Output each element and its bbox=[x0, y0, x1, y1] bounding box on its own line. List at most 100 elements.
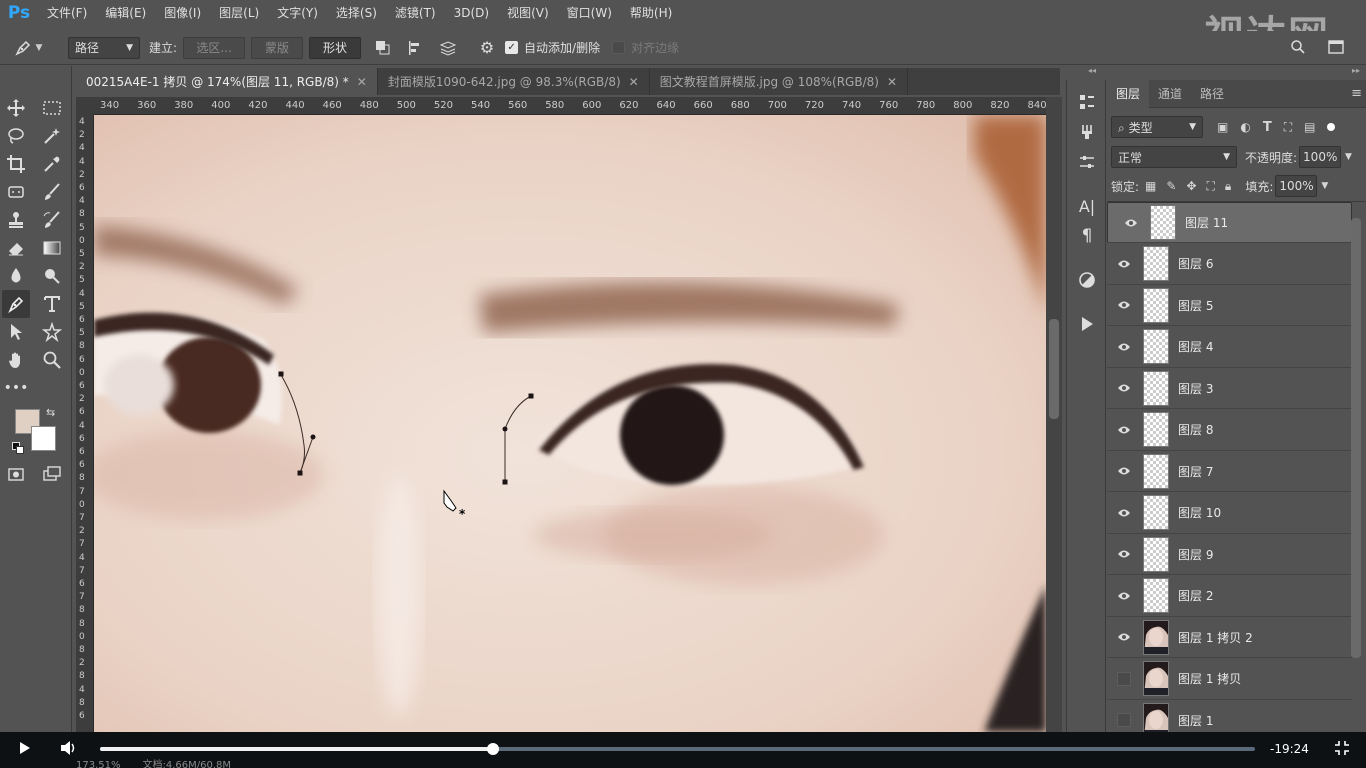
history-panel-icon[interactable] bbox=[1075, 90, 1099, 114]
lock-transparent-icon[interactable]: ▦ bbox=[1145, 179, 1156, 193]
menu-image[interactable]: 图像(I) bbox=[155, 0, 210, 26]
layer-filter-select[interactable]: ⌕ 类型 ▼ bbox=[1111, 116, 1203, 138]
gear-icon[interactable]: ⚙ bbox=[475, 36, 499, 60]
lock-pixels-icon[interactable]: ✎ bbox=[1166, 179, 1176, 193]
close-icon[interactable]: ✕ bbox=[357, 75, 367, 89]
vertical-ruler[interactable]: 4 2 4 4 2 6 4 8 5 0 5 2 5 4 5 6 5 8 6 0 6 2 6 4 6 6 6 8 7 0 7 2 7 4 7 6 7 8 8 0… bbox=[76, 115, 94, 732]
eye-icon[interactable] bbox=[1107, 549, 1141, 559]
panel-menu-icon[interactable]: ≡ bbox=[1351, 86, 1362, 101]
lock-position-icon[interactable]: ✥ bbox=[1186, 179, 1196, 193]
menu-type[interactable]: 文字(Y) bbox=[268, 0, 327, 26]
dodge-tool-icon[interactable] bbox=[38, 262, 66, 290]
zoom-tool-icon[interactable] bbox=[38, 346, 66, 374]
background-color-swatch[interactable] bbox=[31, 426, 56, 451]
opacity-input[interactable]: 100% bbox=[1299, 146, 1342, 168]
eye-icon[interactable] bbox=[1107, 632, 1141, 642]
menu-view[interactable]: 视图(V) bbox=[498, 0, 558, 26]
layer-row[interactable]: 图层 1 拷贝 2 bbox=[1107, 617, 1352, 658]
scroll-thumb[interactable] bbox=[1049, 319, 1059, 419]
layer-row[interactable]: 图层 10 bbox=[1107, 493, 1352, 534]
filter-adjustment-icon[interactable]: ◐ bbox=[1240, 120, 1250, 134]
move-tool-icon[interactable] bbox=[2, 94, 30, 122]
type-tool-icon[interactable] bbox=[38, 290, 66, 318]
chevron-down-icon[interactable]: ▼ bbox=[1345, 152, 1352, 162]
filter-toggle-icon[interactable] bbox=[1327, 123, 1336, 131]
eye-icon[interactable] bbox=[1107, 591, 1141, 601]
eyedropper-tool-icon[interactable] bbox=[38, 150, 66, 178]
layer-row[interactable]: 图层 2 bbox=[1107, 576, 1352, 617]
workspace-icon[interactable] bbox=[1326, 37, 1346, 57]
layer-row[interactable]: 图层 9 bbox=[1107, 534, 1352, 575]
tab-layers[interactable]: 图层 bbox=[1107, 79, 1150, 108]
tab-document-2[interactable]: 封面模版1090-642.jpg @ 98.3%(RGB/8) ✕ bbox=[378, 68, 650, 95]
brush-tool-icon[interactable] bbox=[38, 178, 66, 206]
document-canvas[interactable]: * bbox=[94, 115, 1046, 732]
blend-mode-select[interactable]: 正常 ▼ bbox=[1111, 146, 1237, 168]
direction-point[interactable] bbox=[310, 434, 316, 440]
fullscreen-icon[interactable] bbox=[1334, 740, 1350, 756]
filter-pixel-icon[interactable]: ▣ bbox=[1217, 120, 1228, 134]
eye-icon[interactable] bbox=[1107, 383, 1141, 393]
menu-filter[interactable]: 滤镜(T) bbox=[386, 0, 445, 26]
anchor-point[interactable] bbox=[297, 470, 303, 476]
actions-play-icon[interactable] bbox=[1075, 312, 1099, 336]
layer-row[interactable]: 图层 7 bbox=[1107, 451, 1352, 492]
layer-row[interactable]: 图层 6 bbox=[1107, 244, 1352, 285]
path-alignment-icon[interactable] bbox=[403, 36, 427, 60]
horizontal-ruler[interactable]: 340 360 380 400 420 440 460 480 500 520 540 560 580 6… bbox=[76, 97, 1046, 115]
lock-all-icon[interactable]: 🔒︎ bbox=[1225, 179, 1231, 194]
collapse-dock-icon[interactable]: ◂◂ bbox=[1088, 66, 1096, 75]
filter-type-icon[interactable]: T bbox=[1263, 120, 1272, 135]
tab-document-3[interactable]: 图文教程首屏模版.jpg @ 108%(RGB/8) ✕ bbox=[650, 68, 909, 95]
filter-smart-object-icon[interactable]: ▤ bbox=[1304, 120, 1315, 134]
pen-tool-preset-icon[interactable]: ▼ bbox=[0, 39, 56, 57]
auto-add-delete-checkbox[interactable]: ✓ bbox=[505, 41, 519, 54]
layer-row[interactable]: 图层 11 bbox=[1107, 202, 1352, 243]
align-edges-checkbox[interactable] bbox=[612, 41, 626, 54]
visibility-toggle[interactable] bbox=[1107, 671, 1141, 686]
stamp-tool-icon[interactable] bbox=[2, 206, 30, 234]
eraser-tool-icon[interactable] bbox=[2, 234, 30, 262]
path-arrangement-icon[interactable] bbox=[435, 36, 461, 60]
more-tools-icon[interactable]: ••• bbox=[2, 374, 30, 402]
quick-mask-icon[interactable] bbox=[2, 460, 30, 488]
path-selection-tool-icon[interactable] bbox=[2, 318, 30, 346]
menu-layer[interactable]: 图层(L) bbox=[210, 0, 268, 26]
anchor-point[interactable] bbox=[278, 371, 284, 377]
close-icon[interactable]: ✕ bbox=[887, 75, 897, 89]
video-progress-knob[interactable] bbox=[486, 743, 499, 755]
video-progress-bar[interactable] bbox=[100, 743, 1255, 755]
menu-edit[interactable]: 编辑(E) bbox=[96, 0, 155, 26]
layer-row[interactable]: 图层 1 bbox=[1107, 700, 1352, 732]
eye-icon[interactable] bbox=[1107, 508, 1141, 518]
tab-channels[interactable]: 通道 bbox=[1149, 80, 1191, 108]
layers-scrollbar[interactable] bbox=[1351, 218, 1361, 658]
paragraph-panel-icon[interactable]: ¶ bbox=[1075, 224, 1099, 248]
pen-mode-select[interactable]: 路径 ▼ bbox=[68, 36, 140, 59]
anchor-point[interactable] bbox=[528, 393, 534, 399]
tab-paths[interactable]: 路径 bbox=[1191, 80, 1233, 108]
chevron-down-icon[interactable]: ▼ bbox=[1321, 181, 1328, 191]
play-icon[interactable] bbox=[18, 741, 32, 755]
brush-settings-icon[interactable] bbox=[1075, 120, 1099, 144]
path-operations-icon[interactable] bbox=[371, 36, 395, 60]
history-brush-tool-icon[interactable] bbox=[38, 206, 66, 234]
pen-tool-icon[interactable] bbox=[2, 290, 30, 318]
menu-window[interactable]: 窗口(W) bbox=[558, 0, 621, 26]
marquee-tool-icon[interactable] bbox=[38, 94, 66, 122]
make-shape-button[interactable]: 形状 bbox=[309, 36, 362, 59]
magic-wand-tool-icon[interactable] bbox=[38, 122, 66, 150]
canvas-vertical-scrollbar[interactable] bbox=[1046, 97, 1062, 732]
swap-colors-icon[interactable]: ⇆ bbox=[46, 406, 55, 419]
fill-input[interactable]: 100% bbox=[1275, 175, 1318, 197]
eye-icon[interactable] bbox=[1114, 218, 1148, 228]
visibility-toggle[interactable] bbox=[1107, 713, 1141, 727]
eye-icon[interactable] bbox=[1107, 342, 1141, 352]
eye-icon[interactable] bbox=[1107, 259, 1141, 269]
crop-tool-icon[interactable] bbox=[2, 150, 30, 178]
styles-panel-icon[interactable] bbox=[1075, 268, 1099, 292]
lasso-tool-icon[interactable] bbox=[2, 122, 30, 150]
volume-icon[interactable] bbox=[60, 740, 78, 756]
gradient-tool-icon[interactable] bbox=[38, 234, 66, 262]
layer-row[interactable]: 图层 3 bbox=[1107, 368, 1352, 409]
